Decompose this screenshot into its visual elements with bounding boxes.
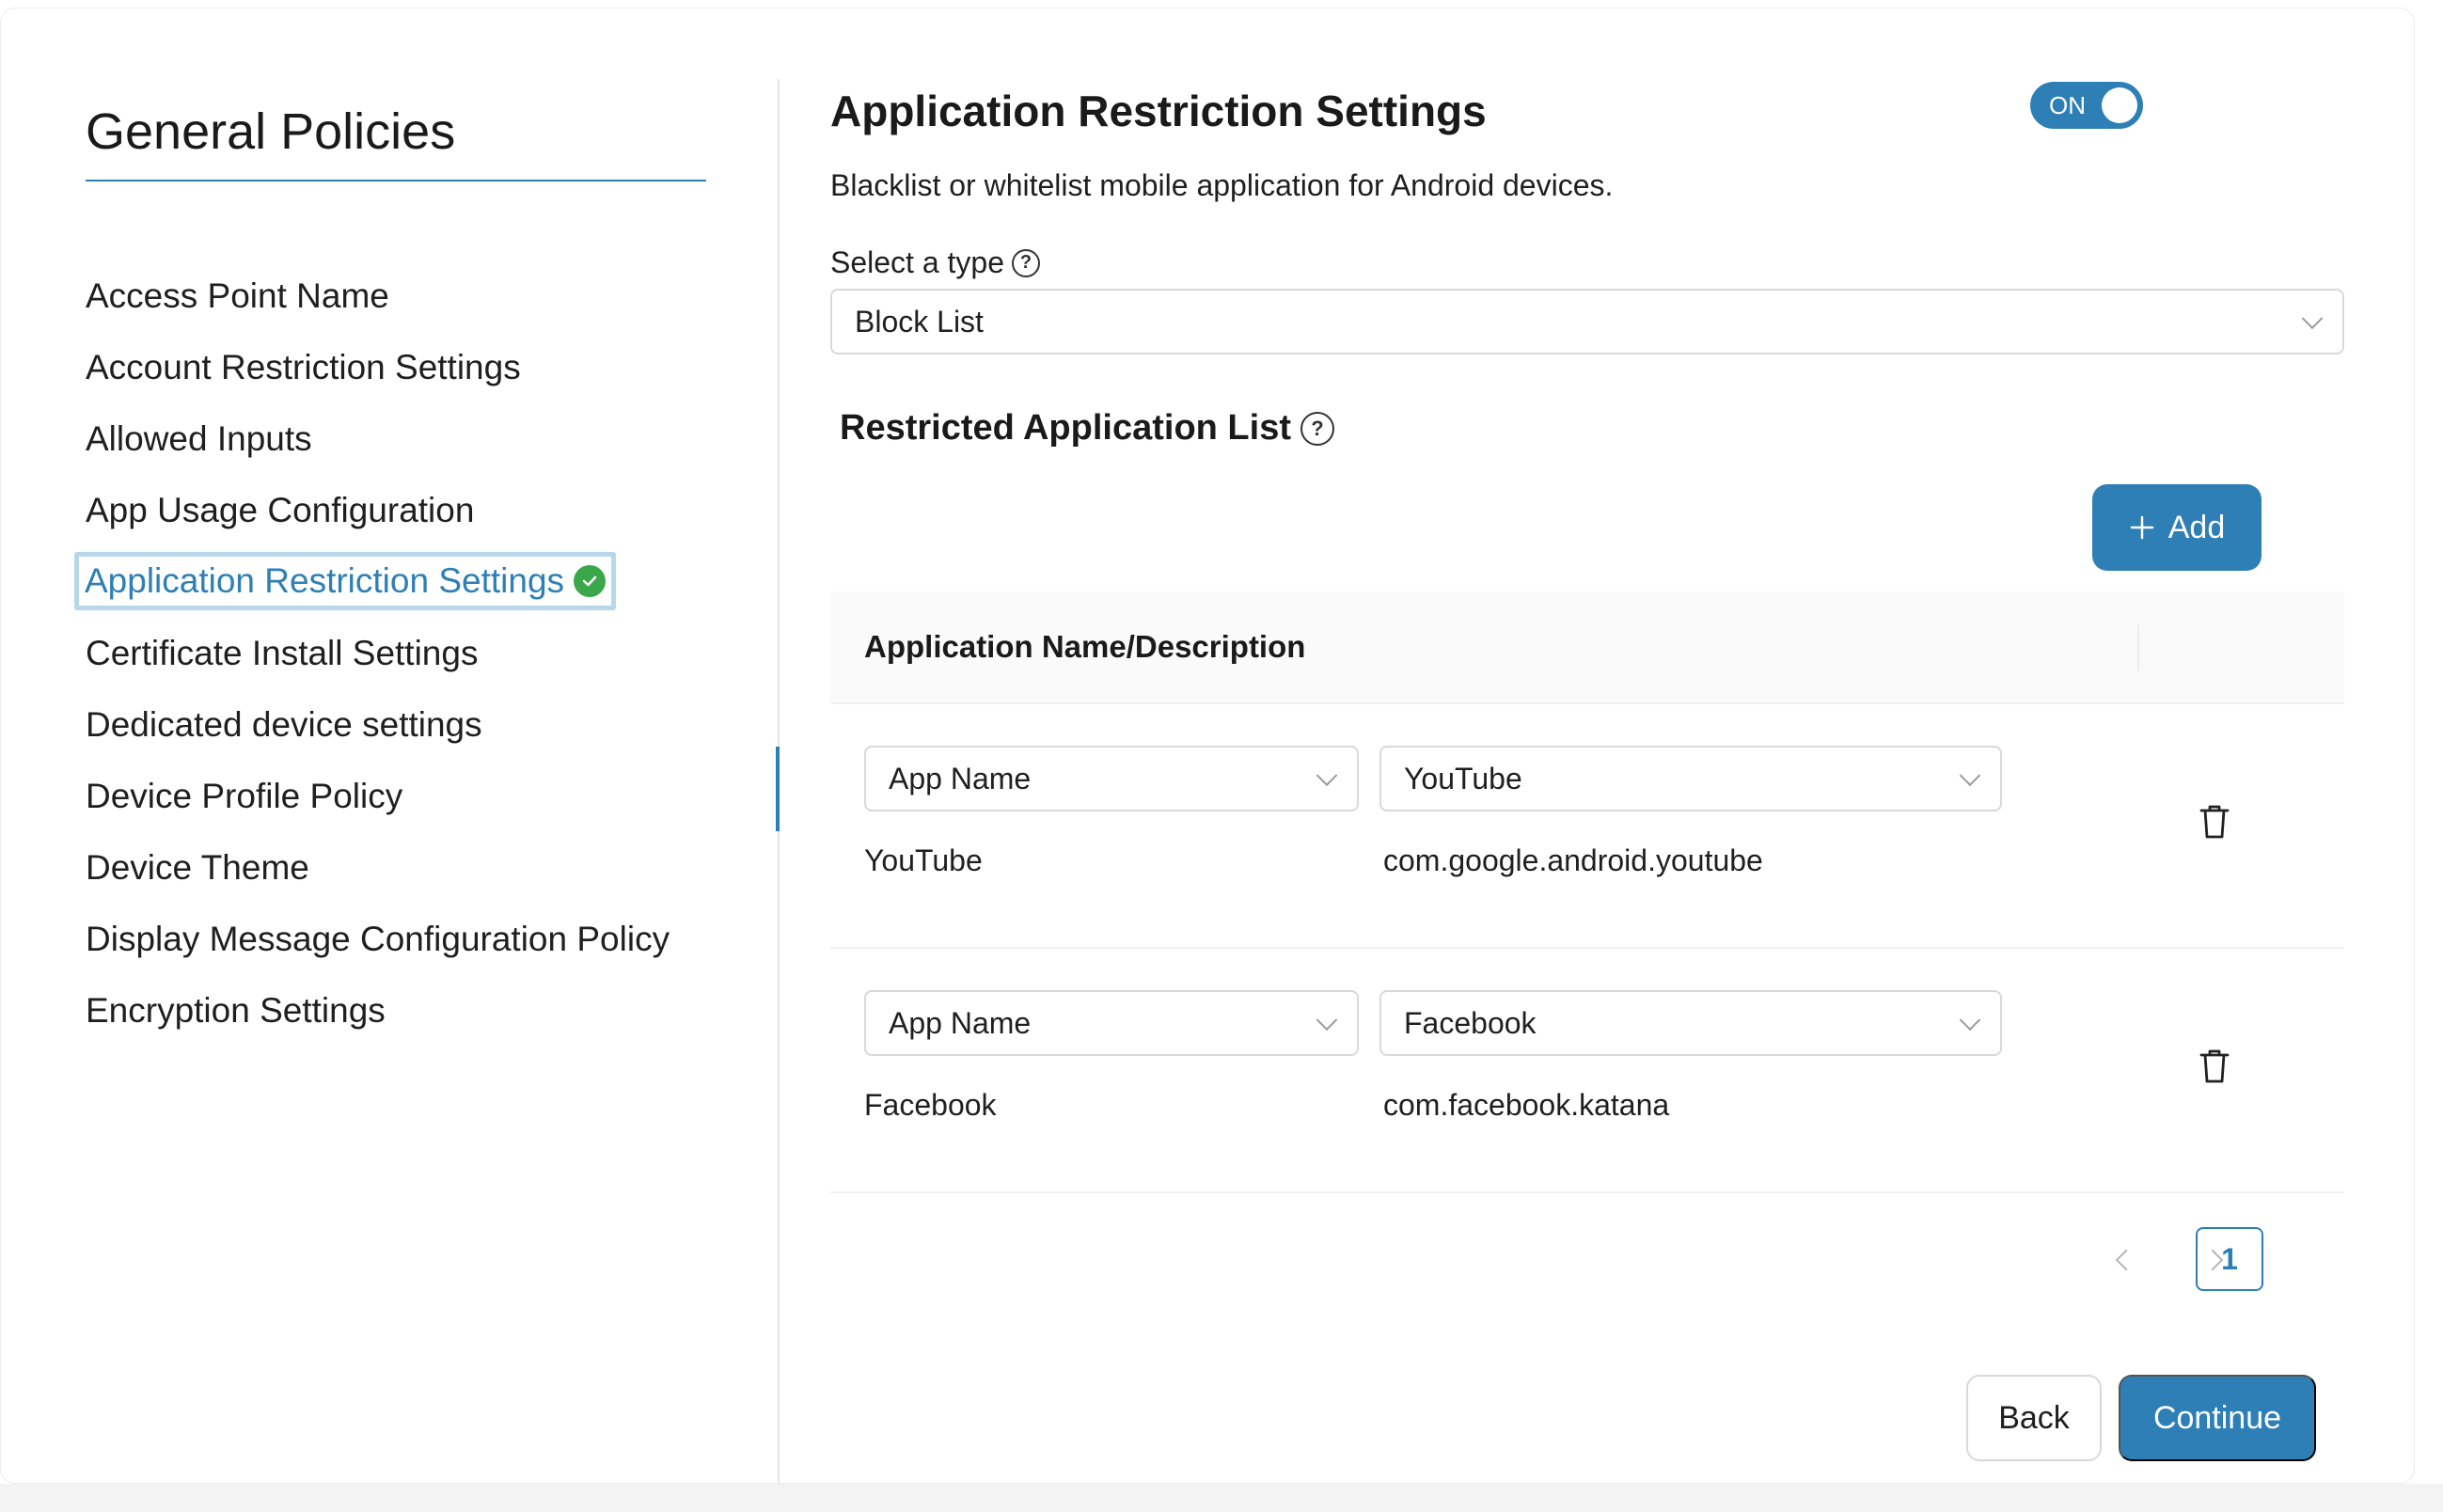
- app-package: com.facebook.katana: [1383, 1088, 1670, 1122]
- table-row: App Name Facebook Facebook com.facebook.…: [830, 949, 2344, 1193]
- add-button-label: Add: [2167, 509, 2226, 545]
- type-label: Select a type ?: [830, 245, 1040, 280]
- add-button[interactable]: Add: [2092, 484, 2262, 571]
- bottom-strip: [0, 1484, 2443, 1512]
- type-select[interactable]: Block List: [830, 289, 2344, 354]
- sidebar-item-allowed-inputs[interactable]: Allowed Inputs: [86, 415, 312, 464]
- sidebar-item-certificate-install-settings[interactable]: Certificate Install Settings: [86, 629, 478, 678]
- column-separator: [2137, 625, 2139, 670]
- sidebar-item-label: Application Restriction Settings: [85, 561, 565, 600]
- section-title-text: Restricted Application List: [840, 408, 1291, 448]
- sidebar: General Policies Access Point Name Accou…: [1, 8, 781, 1483]
- app-select-value: YouTube: [1404, 761, 1522, 795]
- sidebar-item-display-message-configuration-policy[interactable]: Display Message Configuration Policy: [86, 915, 670, 964]
- help-icon[interactable]: ?: [1300, 411, 1334, 446]
- table-row: App Name YouTube YouTube com.google.andr…: [830, 704, 2344, 949]
- trash-icon[interactable]: [2199, 803, 2230, 841]
- check-circle-icon: [574, 565, 607, 597]
- active-indicator: [776, 747, 780, 831]
- trash-icon[interactable]: [2199, 1047, 2230, 1085]
- chevron-down-icon: [1959, 1009, 1981, 1032]
- plus-icon: [2130, 515, 2153, 540]
- sidebar-item-app-usage-configuration[interactable]: App Usage Configuration: [86, 486, 474, 535]
- sidebar-item-account-restriction-settings[interactable]: Account Restriction Settings: [86, 343, 521, 392]
- app-name: YouTube: [864, 843, 983, 877]
- help-icon[interactable]: ?: [1012, 248, 1040, 277]
- back-button[interactable]: Back: [1966, 1375, 2102, 1461]
- app-select-value: Facebook: [1404, 1005, 1537, 1040]
- sidebar-item-dedicated-device-settings[interactable]: Dedicated device settings: [86, 701, 482, 749]
- table-header: Application Name/Description: [830, 591, 2344, 704]
- sidebar-title: General Policies: [86, 103, 456, 160]
- enable-toggle[interactable]: ON: [2030, 82, 2143, 129]
- pagination-prev-icon[interactable]: [2115, 1249, 2137, 1271]
- criteria-select[interactable]: App Name: [864, 990, 1359, 1056]
- sidebar-item-device-profile-policy[interactable]: Device Profile Policy: [86, 772, 402, 821]
- app-package: com.google.android.youtube: [1383, 843, 1763, 877]
- criteria-select-value: App Name: [889, 761, 1032, 795]
- policy-card: General Policies Access Point Name Accou…: [0, 8, 2415, 1484]
- app-name: Facebook: [864, 1088, 997, 1122]
- chevron-down-icon: [2301, 307, 2324, 330]
- sidebar-item-access-point-name[interactable]: Access Point Name: [86, 272, 389, 321]
- toggle-knob: [2102, 87, 2137, 123]
- chevron-down-icon: [1316, 1009, 1338, 1032]
- type-label-text: Select a type: [830, 245, 1004, 279]
- continue-button[interactable]: Continue: [2119, 1375, 2316, 1461]
- sidebar-item-encryption-settings[interactable]: Encryption Settings: [86, 986, 386, 1035]
- page-title: Application Restriction Settings: [830, 87, 1487, 135]
- section-title: Restricted Application List ?: [840, 408, 1334, 449]
- toggle-label: ON: [2049, 90, 2086, 119]
- page-description: Blacklist or whitelist mobile applicatio…: [830, 168, 1614, 202]
- chevron-down-icon: [1959, 764, 1981, 787]
- sidebar-item-application-restriction-settings[interactable]: Application Restriction Settings: [74, 552, 617, 610]
- criteria-select-value: App Name: [889, 1005, 1032, 1040]
- criteria-select[interactable]: App Name: [864, 746, 1359, 811]
- type-select-value: Block List: [855, 304, 984, 339]
- app-select[interactable]: YouTube: [1379, 746, 2002, 811]
- sidebar-item-device-theme[interactable]: Device Theme: [86, 843, 309, 892]
- main-panel: Application Restriction Settings ON Blac…: [830, 8, 2344, 1483]
- app-select[interactable]: Facebook: [1379, 990, 2002, 1056]
- sidebar-title-underline: [86, 180, 706, 181]
- chevron-down-icon: [1316, 764, 1338, 787]
- column-header-application: Application Name/Description: [864, 629, 1306, 664]
